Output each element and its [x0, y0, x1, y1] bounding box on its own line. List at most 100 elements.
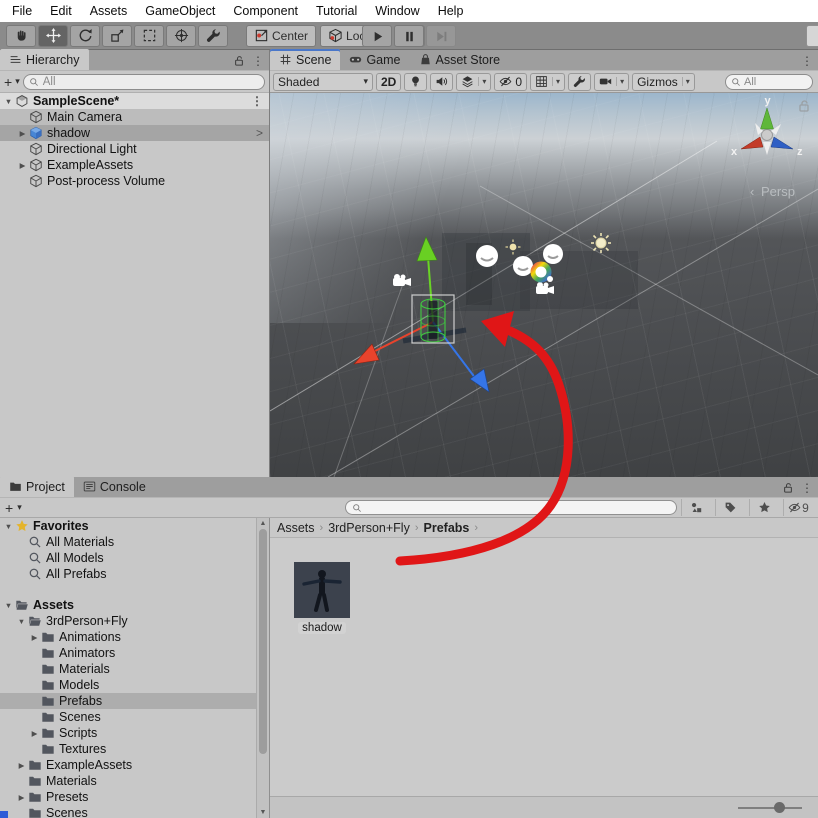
fold-right-icon[interactable]: ▶: [16, 161, 29, 170]
lock-icon[interactable]: [233, 55, 245, 67]
persp-collapse-icon[interactable]: ‹: [750, 184, 754, 199]
fold-right-icon[interactable]: ▶: [15, 761, 28, 770]
menu-window[interactable]: Window: [366, 0, 428, 22]
create-dropdown-icon[interactable]: ▾: [17, 502, 22, 513]
x-axis-label[interactable]: x: [731, 146, 738, 158]
menu-assets[interactable]: Assets: [81, 0, 137, 22]
asset-thumbnail[interactable]: [294, 562, 350, 618]
tree-item-all-materials[interactable]: All Materials: [0, 534, 269, 550]
tree-item-materials[interactable]: Materials: [0, 773, 269, 789]
hand-tool-button[interactable]: [6, 25, 36, 47]
tree-scrollbar[interactable]: ▲ ▼: [256, 518, 269, 818]
chevron-right-icon[interactable]: >: [256, 126, 263, 140]
draw-mode-dropdown[interactable]: Shaded ▾: [273, 73, 373, 91]
breadcrumb-3rdperson-fly[interactable]: 3rdPerson+Fly: [328, 521, 410, 535]
tree-item-materials[interactable]: Materials: [0, 661, 269, 677]
menu-tutorial[interactable]: Tutorial: [307, 0, 366, 22]
tree-item-scripts[interactable]: ▶Scripts: [0, 725, 269, 741]
lock-icon[interactable]: [782, 482, 794, 494]
kebab-menu-icon[interactable]: ⋮: [252, 55, 264, 67]
scene-viewport[interactable]: y x z ‹ Persp: [270, 93, 818, 477]
play-button[interactable]: [362, 25, 392, 47]
grid-visibility-dropdown[interactable]: ▾: [530, 73, 565, 91]
tree-item-exampleassets[interactable]: ▶ExampleAssets: [0, 757, 269, 773]
scale-tool-button[interactable]: [102, 25, 132, 47]
hierarchy-search-input[interactable]: All: [23, 74, 265, 90]
tab-console[interactable]: Console: [74, 476, 155, 497]
component-tools-button[interactable]: [568, 73, 591, 91]
hierarchy-row-exampleassets[interactable]: ▶ExampleAssets: [0, 157, 269, 173]
step-button[interactable]: [426, 25, 456, 47]
menu-component[interactable]: Component: [224, 0, 307, 22]
menu-file[interactable]: File: [3, 0, 41, 22]
thumbnail-size-slider[interactable]: [738, 807, 802, 809]
scroll-down-icon[interactable]: ▼: [257, 809, 269, 816]
breadcrumb-prefabs[interactable]: Prefabs: [424, 521, 470, 535]
pause-button[interactable]: [394, 25, 424, 47]
scrollbar-thumb[interactable]: [259, 529, 267, 754]
effects-dropdown[interactable]: ▾: [456, 73, 491, 91]
2d-toggle-button[interactable]: 2D: [376, 73, 401, 91]
tree-item-presets[interactable]: ▶Presets: [0, 789, 269, 805]
tree-item-scenes[interactable]: Scenes: [0, 709, 269, 725]
tree-item-animations[interactable]: ▶Animations: [0, 629, 269, 645]
gizmos-dropdown[interactable]: Gizmos ▾: [632, 73, 695, 91]
hierarchy-row-samplescene[interactable]: ▼SampleScene*⋮: [0, 93, 269, 109]
fold-down-icon[interactable]: ▼: [15, 617, 28, 626]
fold-right-icon[interactable]: ▶: [15, 793, 28, 802]
project-search-input[interactable]: [345, 500, 677, 515]
rotate-tool-button[interactable]: [70, 25, 100, 47]
custom-tools-button[interactable]: [198, 25, 228, 47]
fold-right-icon[interactable]: ▶: [28, 633, 41, 642]
breadcrumb-assets[interactable]: Assets: [277, 521, 315, 535]
tree-item-favorites[interactable]: ▼Favorites: [0, 518, 269, 534]
search-by-label-button[interactable]: [715, 499, 745, 516]
hierarchy-row-main-camera[interactable]: Main Camera: [0, 109, 269, 125]
asset-grid[interactable]: shadow: [270, 538, 818, 796]
rect-tool-button[interactable]: [134, 25, 164, 47]
hidden-objects-button[interactable]: 0: [494, 73, 527, 91]
move-tool-button[interactable]: [38, 25, 68, 47]
tree-item-models[interactable]: Models: [0, 677, 269, 693]
tree-item-textures[interactable]: Textures: [0, 741, 269, 757]
scene-lighting-button[interactable]: [404, 73, 427, 91]
kebab-menu-icon[interactable]: ⋮: [801, 482, 813, 494]
projection-label[interactable]: Persp: [761, 184, 795, 199]
y-axis-label[interactable]: y: [765, 95, 772, 107]
create-button[interactable]: +: [5, 500, 13, 516]
hierarchy-row-shadow[interactable]: ▶shadow>: [0, 125, 269, 141]
favorites-filter-button[interactable]: [749, 499, 779, 516]
slider-knob[interactable]: [774, 802, 785, 813]
z-axis-label[interactable]: z: [797, 146, 803, 158]
pivot-toggle-button[interactable]: Center: [246, 25, 316, 47]
scene-audio-button[interactable]: [430, 73, 453, 91]
toolbar-overflow-button[interactable]: [806, 25, 818, 47]
menu-help[interactable]: Help: [429, 0, 473, 22]
scene-search-input[interactable]: All: [725, 74, 813, 90]
tree-item-assets[interactable]: ▼Assets: [0, 597, 269, 613]
fold-down-icon[interactable]: ▼: [2, 522, 15, 531]
menu-edit[interactable]: Edit: [41, 0, 81, 22]
kebab-menu-icon[interactable]: ⋮: [801, 55, 813, 67]
search-by-type-button[interactable]: [681, 499, 711, 516]
camera-settings-dropdown[interactable]: ▾: [594, 73, 629, 91]
fold-right-icon[interactable]: ▶: [16, 129, 29, 138]
tab-hierarchy[interactable]: Hierarchy: [0, 49, 89, 70]
tree-item-prefabs[interactable]: Prefabs: [0, 693, 269, 709]
create-dropdown-icon[interactable]: ▾: [15, 76, 20, 87]
transform-tool-button[interactable]: [166, 25, 196, 47]
hierarchy-row-directional-light[interactable]: Directional Light: [0, 141, 269, 157]
fold-right-icon[interactable]: ▶: [28, 729, 41, 738]
create-button[interactable]: +: [4, 74, 12, 90]
tree-item-all-prefabs[interactable]: All Prefabs: [0, 566, 269, 582]
tree-item-animators[interactable]: Animators: [0, 645, 269, 661]
menu-gameobject[interactable]: GameObject: [136, 0, 224, 22]
tree-item-3rdperson-fly[interactable]: ▼3rdPerson+Fly: [0, 613, 269, 629]
tree-item-scenes[interactable]: Scenes: [0, 805, 269, 818]
tab-asset-store[interactable]: Asset Store: [410, 49, 510, 70]
tree-item-all-models[interactable]: All Models: [0, 550, 269, 566]
tab-scene[interactable]: Scene: [270, 49, 340, 70]
tab-project[interactable]: Project: [0, 476, 74, 497]
fold-down-icon[interactable]: ▼: [2, 601, 15, 610]
scroll-up-icon[interactable]: ▲: [257, 520, 269, 527]
